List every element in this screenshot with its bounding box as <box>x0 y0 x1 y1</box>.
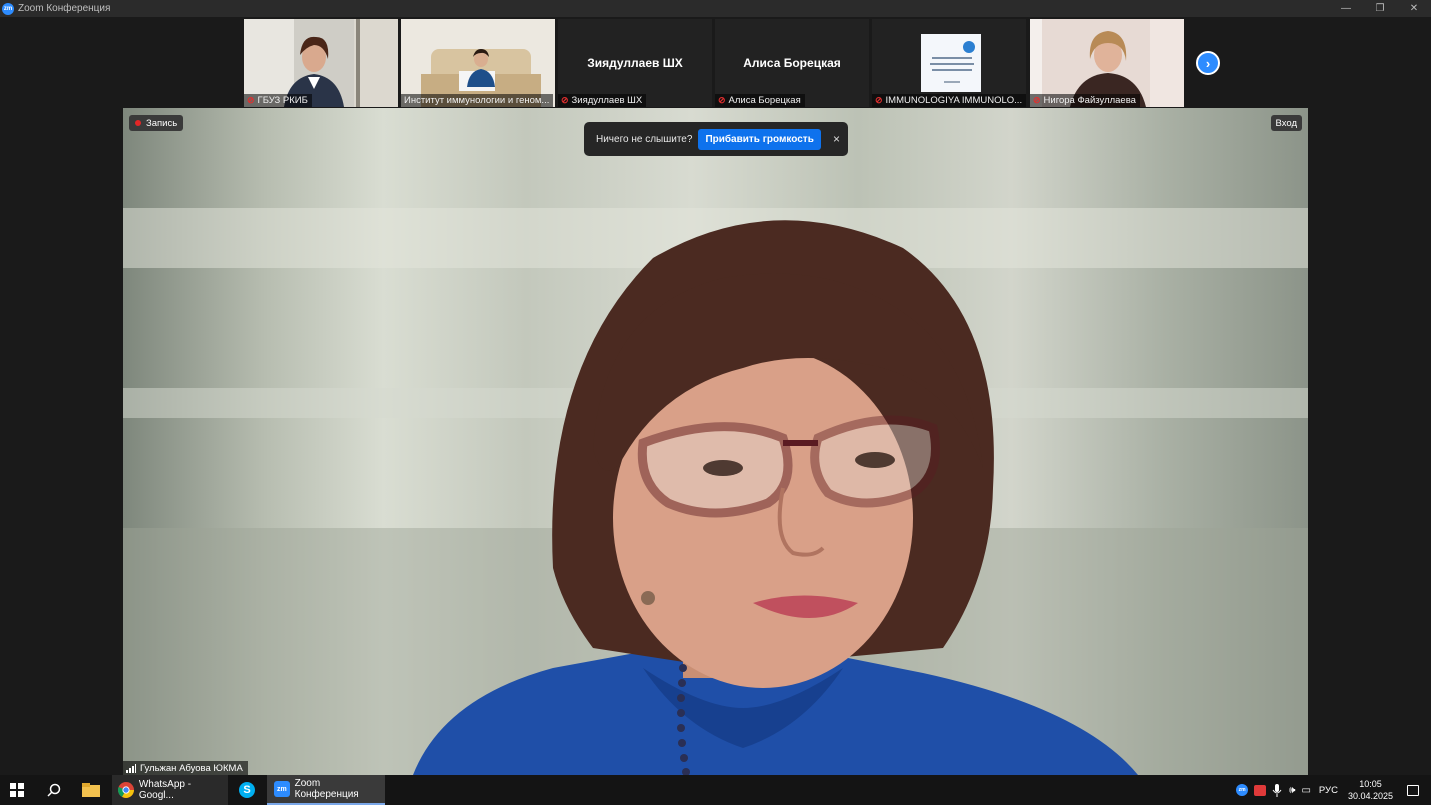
participant-tile[interactable]: ⊘ ГБУЗ РКИБ <box>244 19 398 107</box>
muted-mic-icon: ⊘ <box>875 95 883 105</box>
system-tray: zm 🕪 ▭ РУС 10:05 30.04.2025 <box>1236 775 1431 805</box>
file-explorer-button[interactable] <box>82 775 100 805</box>
search-icon <box>47 783 61 797</box>
muted-mic-icon: ⊘ <box>1033 95 1041 105</box>
network-icon[interactable]: ▭ <box>1301 785 1310 796</box>
record-tray-icon[interactable] <box>1254 784 1267 796</box>
participant-tile[interactable]: ⊘ IMMUNOLOGIYA IMMUNOLO... <box>872 19 1026 107</box>
participant-name: ⊘ Алиса Борецкая <box>715 94 805 107</box>
search-button[interactable] <box>47 775 61 805</box>
notifications-icon[interactable] <box>1407 784 1419 796</box>
participant-tile[interactable]: Зиядуллаев ШХ ⊘ Зиядуллаев ШХ <box>558 19 712 107</box>
record-dot-icon <box>135 120 141 126</box>
speaker-video-frame <box>123 208 1308 775</box>
participant-tile[interactable]: Институт иммунологии и геном... <box>401 19 555 107</box>
participant-name: Институт иммунологии и геном... <box>401 94 554 107</box>
audio-prompt-banner: Ничего не слышите? Прибавить громкость × <box>584 122 848 156</box>
taskbar-app-skype[interactable]: S <box>232 775 262 805</box>
participant-name: ⊘ ГБУЗ РКИБ <box>244 94 312 107</box>
skype-icon: S <box>239 782 255 798</box>
window-controls: — ❐ ✕ <box>1329 0 1431 17</box>
next-page-button[interactable]: › <box>1196 51 1220 75</box>
language-indicator[interactable]: РУС <box>1319 785 1338 796</box>
active-speaker-video: Запись Ничего не слышите? Прибавить гром… <box>123 108 1308 775</box>
restore-button[interactable]: ❐ <box>1363 0 1397 17</box>
clock[interactable]: 10:05 30.04.2025 <box>1348 778 1393 802</box>
chrome-icon <box>118 782 134 798</box>
participant-name: ⊘ Зиядуллаев ШХ <box>558 94 647 107</box>
clock-date: 30.04.2025 <box>1347 791 1393 801</box>
participant-tile[interactable]: Алиса Борецкая ⊘ Алиса Борецкая <box>715 19 869 107</box>
folder-icon <box>82 783 100 797</box>
close-window-button[interactable]: ✕ <box>1397 0 1431 17</box>
participant-gallery: ⊘ ГБУЗ РКИБ Институт иммунологии и геном… <box>0 17 1431 108</box>
muted-mic-icon: ⊘ <box>561 95 569 105</box>
zoom-window: zm Zoom Конференция — ❐ ✕ ⊘ ГБУЗ РКИБ Ин… <box>0 0 1431 805</box>
zoom-tray-icon[interactable]: zm <box>1236 784 1249 796</box>
taskbar-app-zoom[interactable]: zm Zoom Конференция <box>267 775 385 805</box>
speaker-icon[interactable]: 🕪 <box>1289 785 1295 796</box>
title-bar: zm Zoom Конференция — ❐ ✕ <box>0 0 1431 17</box>
taskbar: WhatsApp - Googl... S zm Zoom Конференци… <box>0 775 1431 805</box>
increase-volume-button[interactable]: Прибавить громкость <box>698 128 821 150</box>
sign-in-button[interactable]: Вход <box>1270 115 1302 131</box>
window-title: Zoom Конференция <box>18 3 111 14</box>
microphone-icon[interactable] <box>1272 783 1282 797</box>
signal-strength-icon <box>126 763 136 773</box>
participant-center-name: Алиса Борецкая <box>743 56 841 70</box>
participant-center-name: Зиядуллаев ШХ <box>587 56 683 70</box>
close-banner-icon[interactable]: × <box>833 132 840 146</box>
zoom-icon: zm <box>274 781 290 797</box>
participant-tile[interactable]: ⊘ Нигора Файзуллаева <box>1030 19 1184 107</box>
start-button[interactable] <box>10 775 24 805</box>
recording-indicator[interactable]: Запись <box>129 115 184 131</box>
minimize-button[interactable]: — <box>1329 0 1363 17</box>
zoom-logo-icon: zm <box>2 2 14 15</box>
participant-name: ⊘ Нигора Файзуллаева <box>1030 94 1140 107</box>
muted-mic-icon: ⊘ <box>247 95 255 105</box>
taskbar-app-chrome[interactable]: WhatsApp - Googl... <box>112 775 228 805</box>
active-speaker-name: Гульжан Абуова ЮКМА <box>123 761 248 775</box>
clock-time: 10:05 <box>1359 779 1382 789</box>
participant-name: ⊘ IMMUNOLOGIYA IMMUNOLO... <box>872 94 1026 107</box>
audio-prompt-text: Ничего не слышите? <box>596 133 693 145</box>
windows-start-icon <box>10 783 24 797</box>
muted-mic-icon: ⊘ <box>718 95 726 105</box>
